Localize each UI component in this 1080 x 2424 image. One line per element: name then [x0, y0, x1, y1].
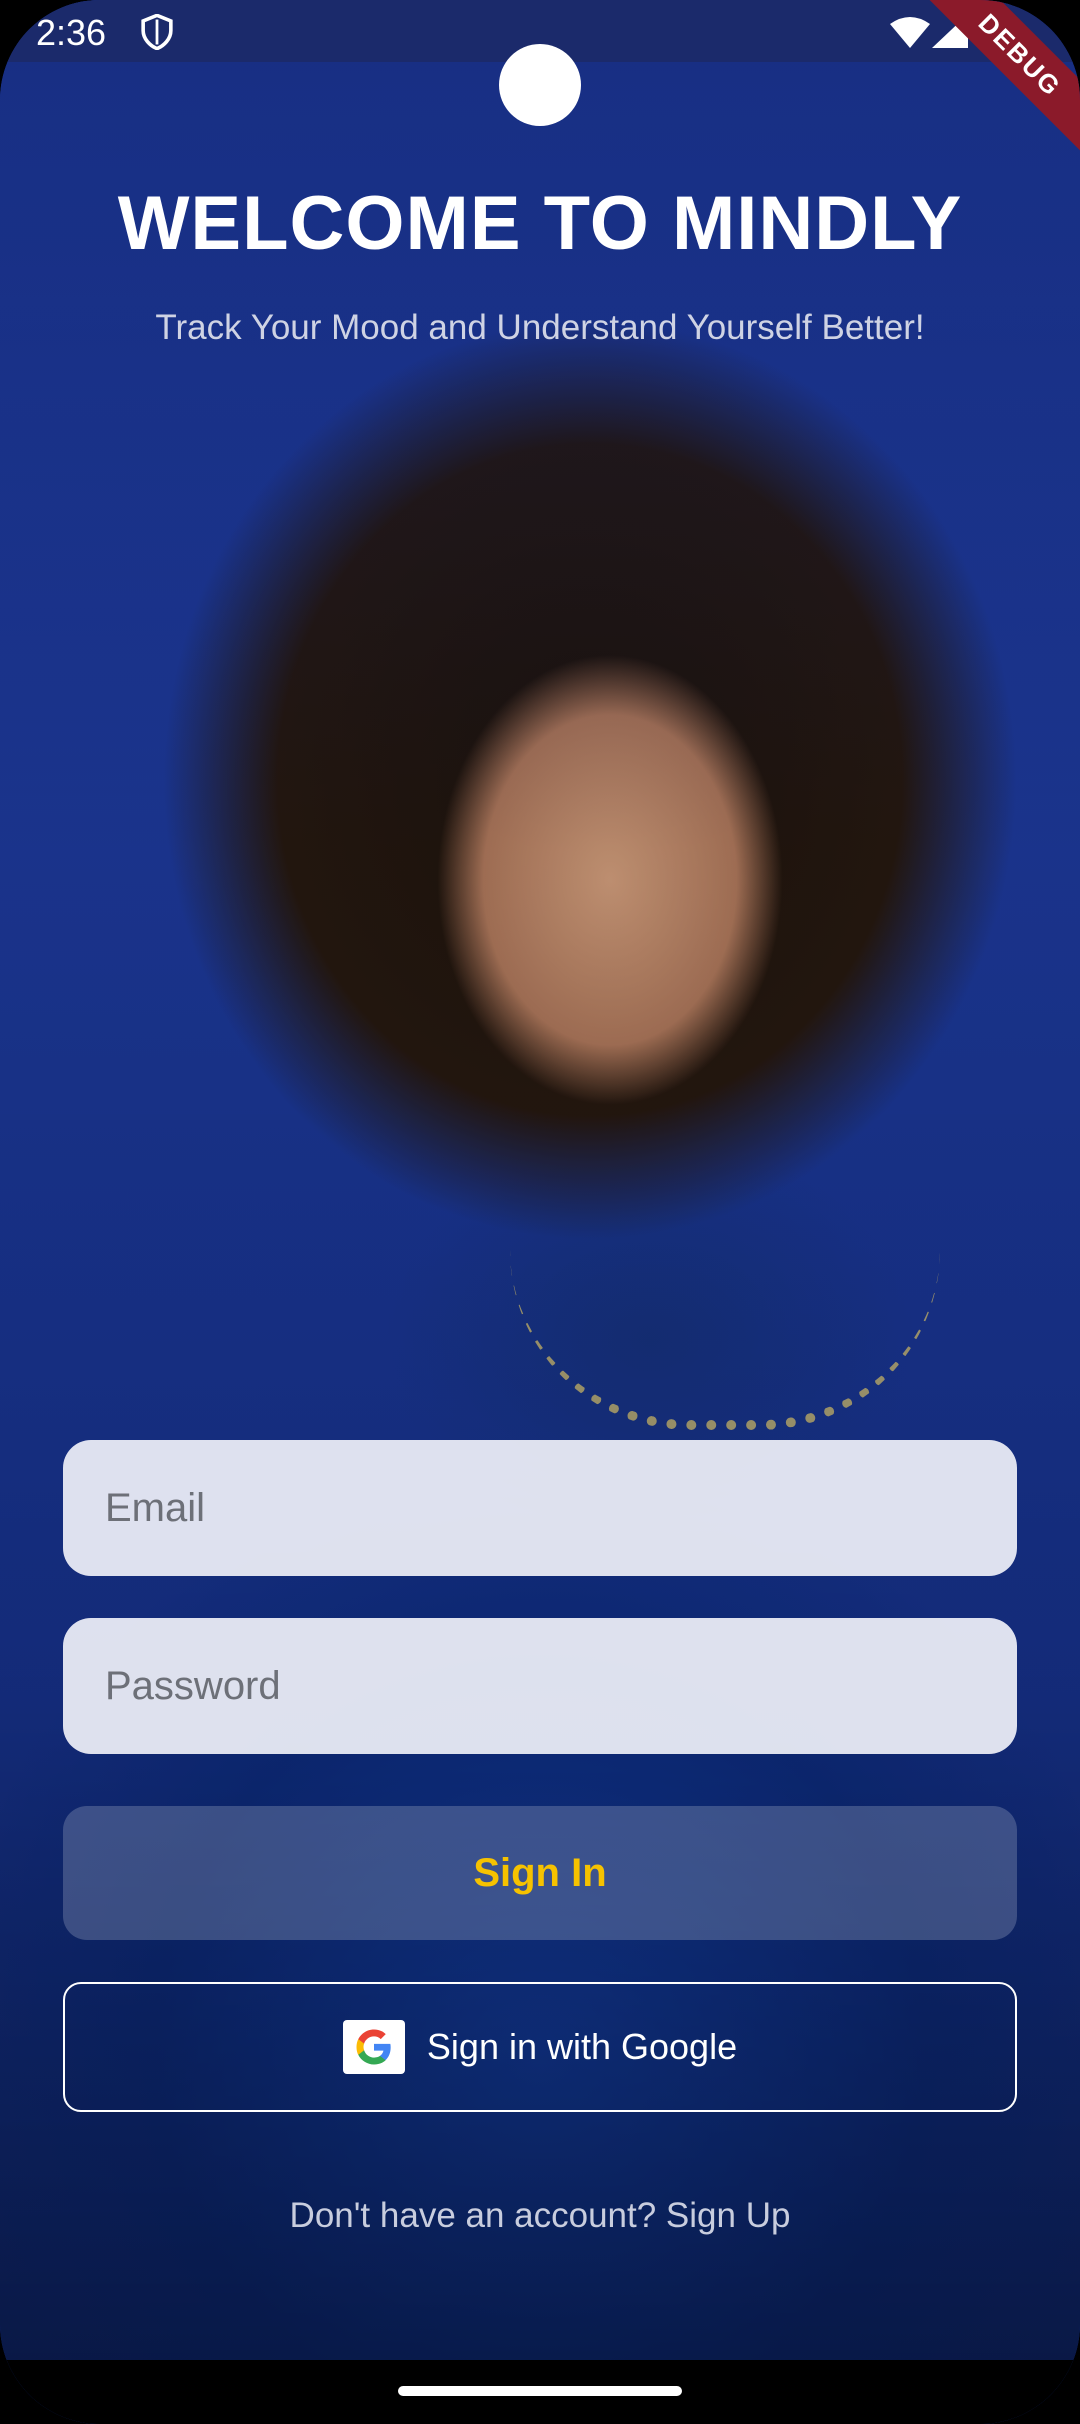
- sign-in-button[interactable]: Sign In: [63, 1806, 1017, 1940]
- google-sign-in-button[interactable]: Sign in with Google: [63, 1982, 1017, 2112]
- google-button-label: Sign in with Google: [426, 2026, 738, 2067]
- sign-up-link[interactable]: Don't have an account? Sign Up: [0, 2196, 1080, 2236]
- email-field[interactable]: Email: [63, 1440, 1017, 1576]
- password-field[interactable]: Password: [63, 1618, 1017, 1754]
- email-placeholder: Email: [105, 1486, 206, 1530]
- home-indicator[interactable]: [398, 2386, 682, 2396]
- password-placeholder: Password: [105, 1664, 281, 1708]
- shield-icon: [141, 14, 173, 50]
- wifi-icon: [890, 17, 930, 48]
- page-subtitle: Track Your Mood and Understand Yourself …: [155, 308, 925, 347]
- app-screen: 2:36 DEBUG WELCOME TO MINDLY Track Your …: [0, 0, 1080, 2424]
- page-title: WELCOME TO MINDLY: [117, 181, 963, 266]
- camera-cutout: [499, 44, 581, 126]
- status-time: 2:36: [36, 12, 107, 53]
- google-icon: [342, 2020, 405, 2074]
